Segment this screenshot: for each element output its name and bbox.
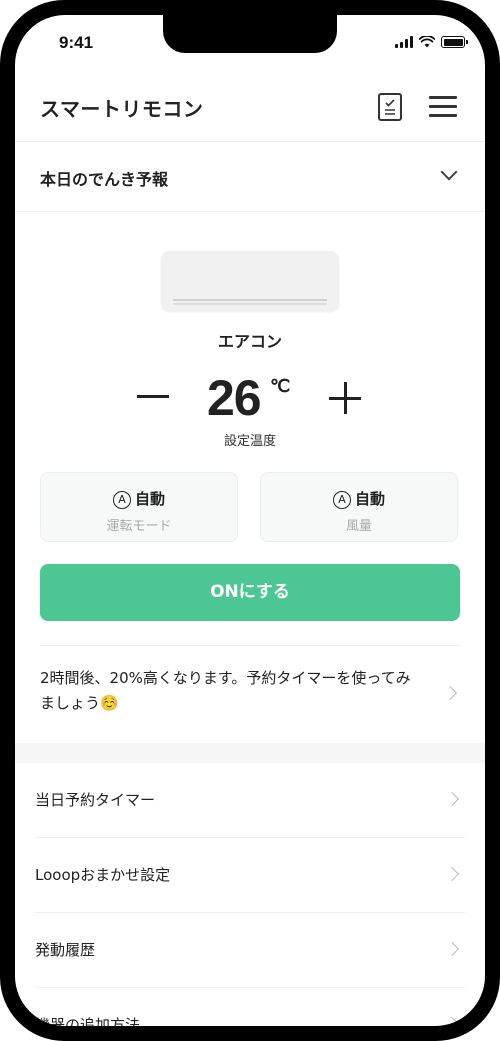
- forecast-divider: [15, 211, 485, 212]
- chevron-right-icon: [442, 685, 458, 701]
- menu-item-activation-history[interactable]: 発動履歴: [15, 913, 485, 988]
- menu-item-daily-timer[interactable]: 当日予約タイマー: [15, 763, 485, 838]
- chevron-right-icon: [444, 791, 460, 807]
- temperature-decrease-button[interactable]: [137, 381, 171, 411]
- menu-item-label: 発動履歴: [35, 941, 96, 959]
- fan-speed-label: 風量: [345, 519, 372, 534]
- chevron-right-icon: [444, 1016, 460, 1026]
- checklist-document-icon[interactable]: [378, 93, 402, 121]
- screen: 9:41 スマートリモコン 本日のでんき予報 エアコン 26 ℃ 設定温度 A …: [15, 15, 485, 1026]
- temperature-unit: ℃: [270, 376, 291, 396]
- menu-item-label: 当日予約タイマー: [35, 791, 156, 809]
- notch: [163, 15, 337, 53]
- power-on-button[interactable]: ONにする: [40, 564, 460, 621]
- auto-mode-icon: A: [112, 491, 131, 509]
- temperature-caption: 設定温度: [223, 434, 276, 449]
- operation-mode-value-text: 自動: [134, 490, 165, 508]
- status-icons: [395, 36, 468, 48]
- menu-item-label: Looopおまかせ設定: [35, 866, 171, 884]
- settings-menu-list: 当日予約タイマー Looopおまかせ設定 発動履歴 機器の追加方法: [15, 763, 485, 1026]
- menu-item-label: 機器の追加方法: [35, 1016, 141, 1026]
- air-conditioner-image: [161, 251, 339, 311]
- wifi-icon: [419, 36, 435, 48]
- chevron-right-icon: [444, 866, 460, 882]
- temperature-value: 26: [207, 370, 262, 426]
- menu-item-auto-settings[interactable]: Looopおまかせ設定: [15, 838, 485, 913]
- operation-mode-value: A 自動: [41, 488, 237, 509]
- page-title: スマートリモコン: [40, 97, 204, 121]
- temperature-increase-button[interactable]: [329, 381, 363, 415]
- chevron-down-icon: [440, 163, 458, 181]
- chevron-right-icon: [444, 941, 460, 957]
- phone-frame: 9:41 スマートリモコン 本日のでんき予報 エアコン 26 ℃ 設定温度 A …: [0, 0, 500, 1041]
- operation-mode-card[interactable]: A 自動 運転モード: [40, 472, 238, 542]
- hamburger-menu-icon[interactable]: [429, 96, 457, 118]
- app-header: スマートリモコン: [15, 75, 485, 141]
- signal-icon: [395, 36, 413, 48]
- auto-mode-icon: A: [332, 491, 351, 509]
- fan-speed-value: A 自動: [261, 488, 457, 509]
- timer-suggestion-text: 2時間後、20%高くなります。予約タイマーを使ってみましょう☺️: [40, 669, 411, 712]
- operation-mode-label: 運転モード: [106, 519, 172, 534]
- fan-speed-value-text: 自動: [354, 490, 385, 508]
- section-separator: [15, 743, 485, 763]
- forecast-title: 本日のでんき予報: [40, 170, 169, 189]
- status-time: 9:41: [59, 33, 94, 52]
- battery-icon: [441, 36, 468, 48]
- device-name: エアコン: [217, 332, 282, 351]
- menu-item-add-device[interactable]: 機器の追加方法: [15, 988, 485, 1026]
- electricity-forecast-accordion[interactable]: 本日のでんき予報: [15, 142, 485, 210]
- fan-speed-card[interactable]: A 自動 風量: [260, 472, 458, 542]
- timer-suggestion[interactable]: 2時間後、20%高くなります。予約タイマーを使ってみましょう☺️: [15, 646, 485, 742]
